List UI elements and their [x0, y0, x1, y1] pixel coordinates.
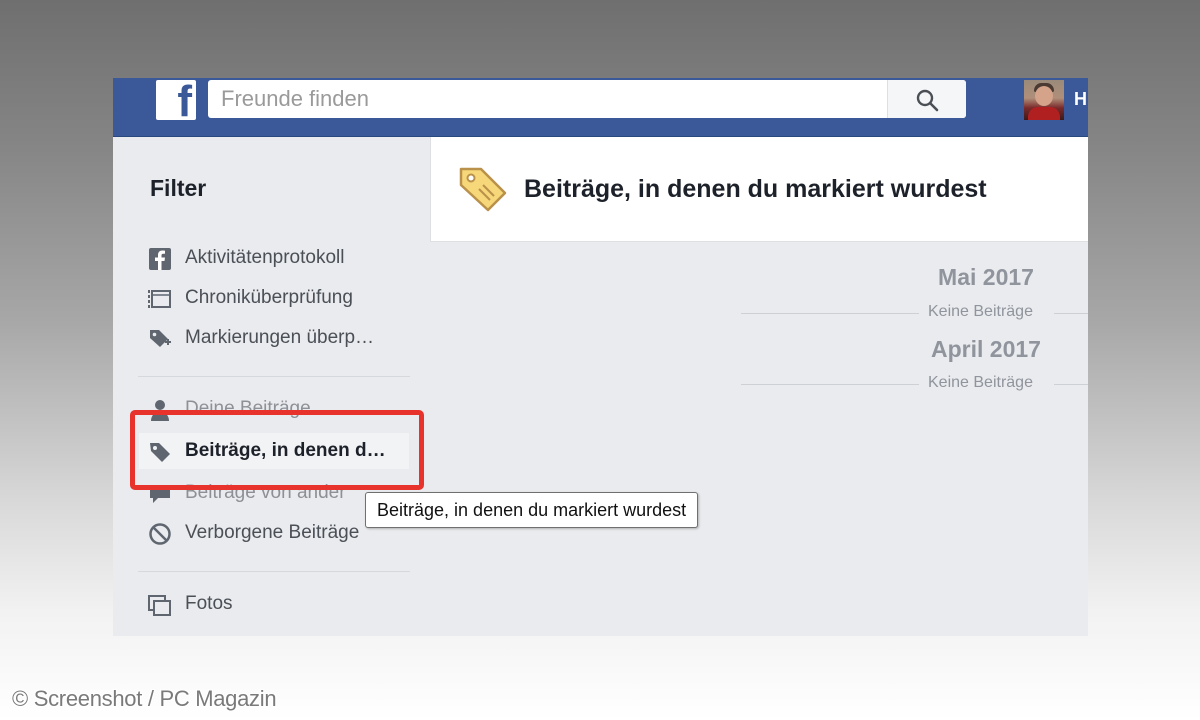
page-title: Beiträge, in denen du markiert wurdest: [524, 175, 987, 203]
user-avatar[interactable]: [1024, 80, 1064, 120]
user-name[interactable]: H: [1074, 89, 1087, 110]
sidebar-divider: [138, 571, 410, 572]
month-heading: April 2017: [931, 336, 1041, 362]
highlight-box: [130, 410, 424, 490]
sidebar-item-label: Aktivitätenprotokoll: [185, 247, 345, 268]
sidebar-item-label: Fotos: [185, 593, 233, 614]
filter-title: Filter: [150, 175, 207, 201]
photos-icon: [148, 595, 171, 616]
sidebar-item-timeline-review[interactable]: Chroniküberprüfung: [139, 280, 409, 316]
sidebar-item-label: Chroniküberprüfung: [185, 287, 353, 308]
search-input[interactable]: [208, 80, 901, 118]
timeline-review-icon: [148, 290, 171, 309]
no-posts-label: Keine Beiträge: [928, 303, 1033, 320]
facebook-logo-letter: f: [177, 78, 192, 126]
search-icon: [916, 89, 939, 112]
sidebar-item-tag-review[interactable]: Markierungen überp…: [139, 320, 409, 356]
facebook-square-icon: [149, 248, 171, 270]
tag-plus-icon: [150, 330, 171, 347]
facebook-logo[interactable]: f: [156, 80, 196, 124]
empty-month-row: Keine Beiträge: [741, 374, 1088, 394]
search-button[interactable]: [887, 80, 966, 118]
page-header-card: Beiträge, in denen du markiert wurdest: [430, 137, 1088, 242]
browser-viewport: f H Filter Aktivitätenprotokoll: [113, 78, 1088, 636]
prohibited-icon: [149, 523, 171, 545]
sidebar-item-activity-log[interactable]: Aktivitätenprotokoll: [139, 240, 409, 276]
sidebar-divider: [138, 376, 410, 377]
image-credit: © Screenshot / PC Magazin: [12, 686, 277, 711]
sidebar-item-photos[interactable]: Fotos: [139, 586, 409, 622]
facebook-top-bar: f H: [113, 78, 1088, 137]
search-box: [208, 80, 966, 118]
sidebar-item-label: Verborgene Beiträge: [185, 522, 360, 543]
sidebar-item-label: Markierungen überp…: [185, 327, 375, 348]
month-heading: Mai 2017: [938, 264, 1034, 290]
no-posts-label: Keine Beiträge: [928, 374, 1033, 391]
tooltip: Beiträge, in denen du markiert wurdest: [365, 492, 699, 528]
empty-month-row: Keine Beiträge: [741, 303, 1088, 323]
price-tag-icon: [459, 167, 507, 212]
filter-sidebar: Filter Aktivitätenprotokoll Chroniküberp…: [113, 137, 423, 636]
